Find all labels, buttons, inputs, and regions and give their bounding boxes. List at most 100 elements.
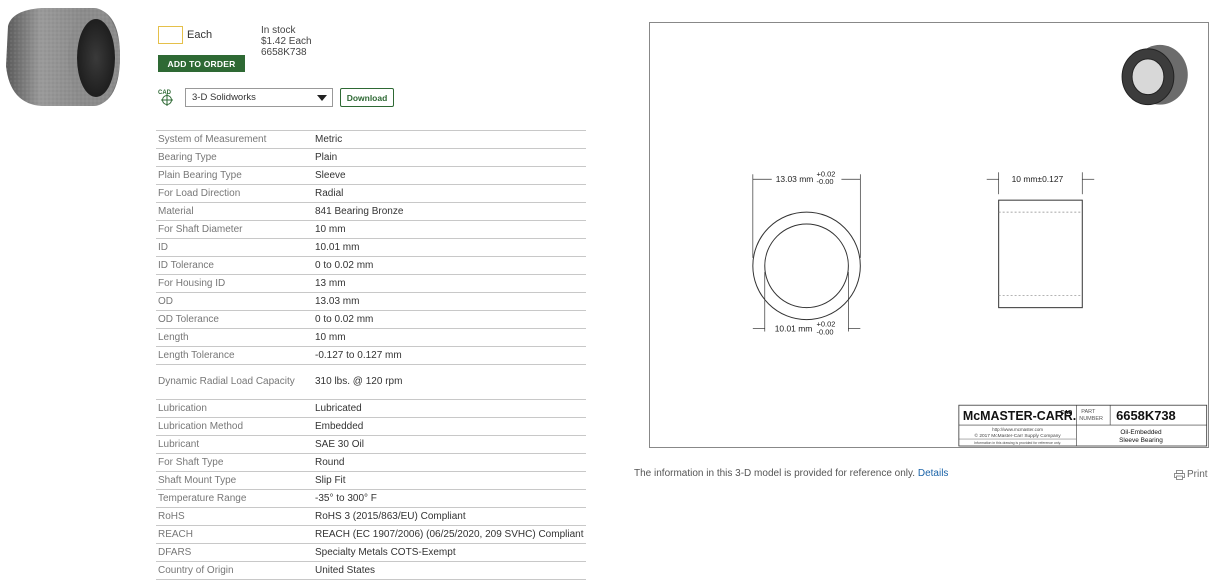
spec-row: For Shaft Type Round [156,453,586,472]
spec-value: Lubricated [313,399,586,418]
brand-cad-mark: CAD [1060,410,1072,416]
spec-label: Shaft Mount Type [156,471,313,490]
stock-info: In stock $1.42 Each 6658K738 [261,25,312,58]
spec-table: System of Measurement Metric Bearing Type P… [156,130,586,580]
title-block: McMASTER-CARR. CAD PART NUMBER 6658K738 … [958,404,1208,447]
cad-icon-label: CAD [158,90,172,96]
print-label: Print [1187,469,1208,480]
spec-row: System of Measurement Metric [156,130,586,149]
front-view: 13.03 mm +0.02 -0.00 10.01 mm +0.02 -0.0… [752,169,861,337]
spec-value: Sleeve [313,166,586,185]
spec-value: SAE 30 Oil [313,435,586,454]
side-view: 10 mm±0.127 [986,172,1095,309]
id-tol-minus: -0.00 [817,328,834,337]
print-button[interactable]: Print [1174,469,1208,480]
drawing-part-number: 6658K738 [1116,408,1176,423]
spec-label: Material [156,202,313,221]
stock-status: In stock [261,25,296,36]
spec-label: For Load Direction [156,184,313,203]
spec-row: RoHS RoHS 3 (2015/863/EU) Compliant [156,507,586,526]
spec-value: Plain [313,148,586,167]
spec-value: 0 to 0.02 mm [313,256,586,275]
spec-row: REACH REACH (EC 1907/2006) (06/25/2020, 2… [156,525,586,544]
spec-row: OD 13.03 mm [156,292,586,311]
spec-row: Lubrication Method Embedded [156,417,586,436]
spec-label: REACH [156,525,313,544]
spec-label: Country of Origin [156,561,313,580]
download-button[interactable]: Download [340,88,394,107]
drawing-fine-print: Information in this drawing is provided … [974,441,1061,445]
brand-name: McMASTER-CARR. [963,409,1076,423]
spec-value: Specialty Metals COTS-Exempt [313,543,586,562]
spec-row: Plain Bearing Type Sleeve [156,166,586,185]
product-image [6,8,120,106]
spec-label: DFARS [156,543,313,562]
spec-label: For Housing ID [156,274,313,293]
spec-row: Dynamic Radial Load Capacity 310 lbs. @ 1… [156,364,586,400]
spec-value: Radial [313,184,586,203]
spec-label: OD Tolerance [156,310,313,329]
spec-value: Metric [313,130,586,149]
spec-value: 10.01 mm [313,238,586,257]
spec-row: ID 10.01 mm [156,238,586,257]
spec-row: For Load Direction Radial [156,184,586,203]
technical-drawing: 13.03 mm +0.02 -0.00 10.01 mm +0.02 -0.0… [649,22,1209,448]
spec-row: Bearing Type Plain [156,148,586,167]
spec-value: 310 lbs. @ 120 rpm [313,364,586,400]
drawing-url: http://www.mcmaster.com [992,427,1043,432]
spec-row: For Shaft Diameter 10 mm [156,220,586,239]
od-dimension: 13.03 mm [776,174,814,184]
notice-text: The information in this 3-D model is pro… [634,468,916,479]
price: $1.42 Each [261,36,312,47]
spec-value: Embedded [313,417,586,436]
spec-label: Lubricant [156,435,313,454]
spec-label: Length Tolerance [156,346,313,365]
spec-value: 10 mm [313,328,586,347]
spec-label: Lubrication Method [156,417,313,436]
add-to-order-button[interactable]: ADD TO ORDER [158,55,245,72]
spec-value: United States [313,561,586,580]
spec-label: ID Tolerance [156,256,313,275]
spec-label: Lubrication [156,399,313,418]
spec-label: Length [156,328,313,347]
spec-label: For Shaft Diameter [156,220,313,239]
spec-row: Country of Origin United States [156,561,586,580]
spec-value: 841 Bearing Bronze [313,202,586,221]
drawing-desc-2: Sleeve Bearing [1119,437,1163,444]
spec-label: Bearing Type [156,148,313,167]
spec-label: RoHS [156,507,313,526]
cad-format-select[interactable]: 3-D Solidworks [185,88,333,107]
cad-icon: CAD [158,90,173,106]
drawing-desc-1: Oil-Embedded [1120,429,1162,436]
spec-label: OD [156,292,313,311]
spec-value: REACH (EC 1907/2006) (06/25/2020, 209 SV… [313,525,586,544]
spec-value: Round [313,453,586,472]
part-number: 6658K738 [261,47,307,58]
spec-row: For Housing ID 13 mm [156,274,586,293]
spec-label: System of Measurement [156,130,313,149]
spec-row: Material 841 Bearing Bronze [156,202,586,221]
spec-value: -0.127 to 0.127 mm [313,346,586,365]
length-dimension: 10 mm±0.127 [1012,174,1064,184]
spec-value: Slip Fit [313,471,586,490]
spec-row: Lubrication Lubricated [156,399,586,418]
spec-row: Length Tolerance -0.127 to 0.127 mm [156,346,586,365]
spec-row: Temperature Range -35° to 300° F [156,489,586,508]
spec-value: 10 mm [313,220,586,239]
reference-notice: The information in this 3-D model is pro… [634,468,948,479]
bearing-thumbnail [1121,44,1188,106]
spec-row: DFARS Specialty Metals COTS-Exempt [156,543,586,562]
spec-row: OD Tolerance 0 to 0.02 mm [156,310,586,329]
spec-label: ID [156,238,313,257]
cad-format-selected: 3-D Solidworks [192,92,256,103]
spec-label: Temperature Range [156,489,313,508]
spec-value: 13.03 mm [313,292,586,311]
quantity-input[interactable] [158,26,183,44]
spec-value: 13 mm [313,274,586,293]
details-link[interactable]: Details [918,468,949,479]
part-label-1: PART [1081,409,1096,415]
spec-label: Plain Bearing Type [156,166,313,185]
spec-label: Dynamic Radial Load Capacity [156,364,313,400]
id-dimension: 10.01 mm [775,324,813,334]
spec-row: Lubricant SAE 30 Oil [156,435,586,454]
